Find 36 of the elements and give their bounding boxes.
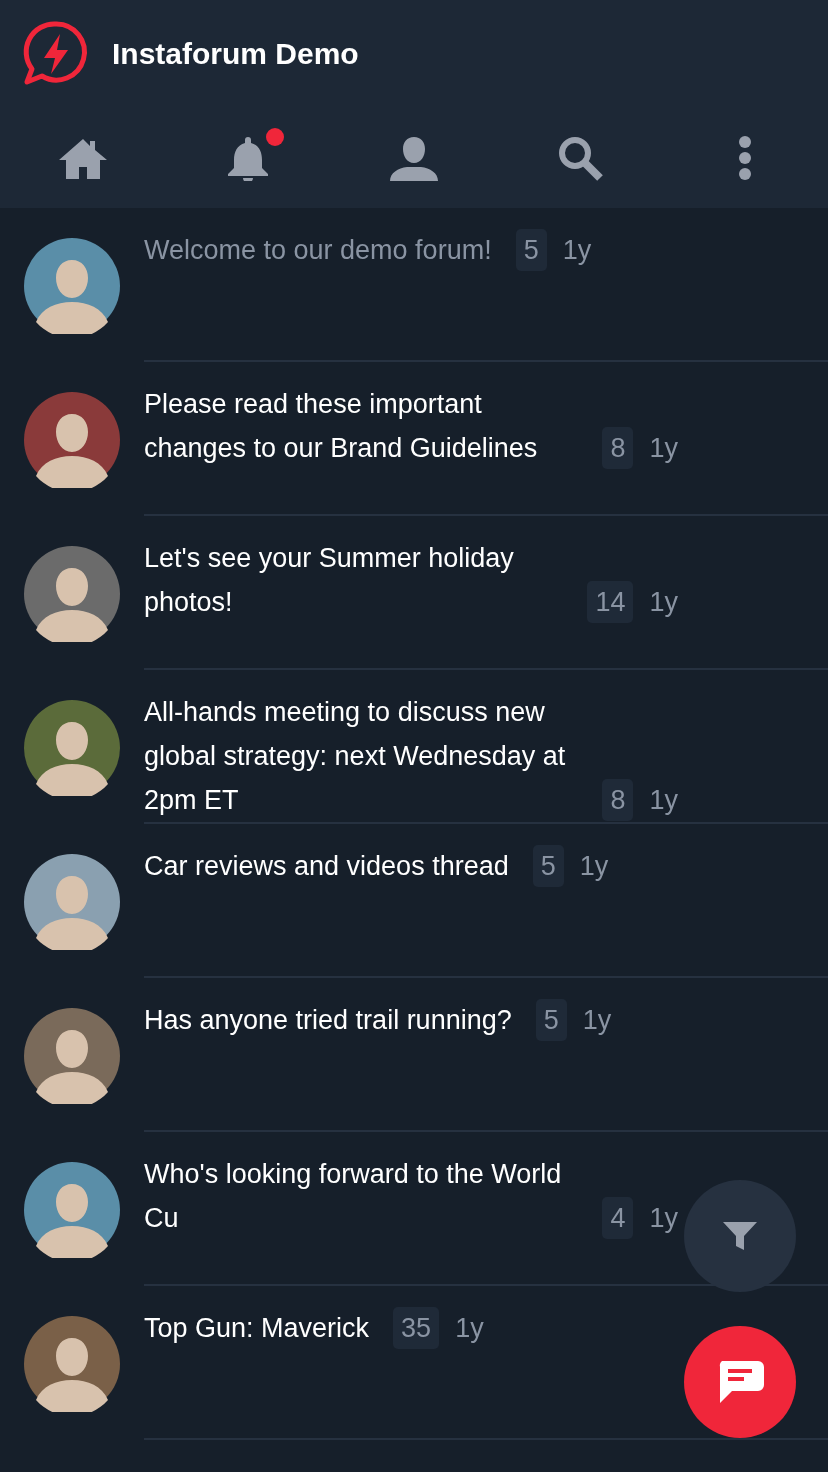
topic-age: 1y: [562, 234, 592, 267]
avatar-icon: [24, 1316, 120, 1412]
topic-age: 1y: [649, 1202, 678, 1235]
reply-count: 5: [532, 845, 564, 887]
more-icon: [739, 136, 752, 180]
topic-age: 1y: [582, 1004, 612, 1037]
topic-title[interactable]: Let's see your Summer holiday photos!: [144, 536, 564, 624]
topic-title[interactable]: Car reviews and videos thread: [144, 844, 509, 888]
logo-icon: [22, 20, 90, 88]
user-icon: [388, 135, 440, 181]
topic-title[interactable]: Top Gun: Maverick: [144, 1306, 370, 1350]
avatar-icon: [24, 392, 120, 488]
avatar-icon: [24, 1162, 120, 1258]
topic-title[interactable]: Welcome to our demo forum!: [144, 228, 492, 272]
topic-age: 1y: [455, 1312, 484, 1345]
app-title: Instaforum Demo: [112, 37, 359, 71]
topic-title[interactable]: All-hands meeting to discuss new global strategy: next Wednesday at 2pm ET: [144, 690, 579, 822]
topic-age: 1y: [649, 784, 678, 817]
topic-age: 1y: [649, 586, 678, 619]
avatar-icon: [24, 546, 120, 642]
avatar-icon: [24, 238, 120, 334]
reply-count: 4: [602, 1197, 634, 1239]
reply-count: 35: [393, 1307, 440, 1349]
topic-title[interactable]: Who's looking forward to the World Cu: [144, 1152, 579, 1240]
avatar-icon: [24, 854, 120, 950]
avatar-icon: [24, 1008, 120, 1104]
reply-count: 14: [587, 581, 634, 623]
reply-count: 5: [535, 999, 567, 1041]
topic-title[interactable]: Has anyone tried trail running?: [144, 998, 512, 1042]
avatar-icon: [24, 700, 120, 796]
reply-count: 8: [602, 779, 634, 821]
reply-count: 8: [602, 427, 634, 469]
reply-count: 5: [515, 229, 547, 271]
topic-age: 1y: [579, 850, 609, 883]
topic-age: 1y: [649, 432, 678, 465]
topic-title[interactable]: Please read these important changes to our Brand Guidelines: [144, 382, 579, 470]
